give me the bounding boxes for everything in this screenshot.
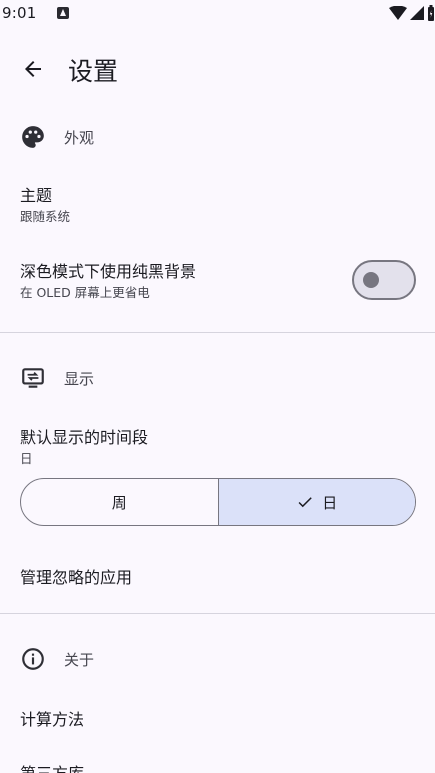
status-indicators bbox=[389, 5, 435, 21]
calculation-setting[interactable]: 计算方法 bbox=[0, 706, 435, 730]
calculation-title: 计算方法 bbox=[20, 710, 85, 729]
arrow-left-icon bbox=[25, 61, 41, 77]
battery-icon bbox=[428, 5, 434, 21]
segment-week-label: 周 bbox=[111, 493, 127, 512]
theme-title: 主题 bbox=[20, 186, 53, 205]
theme-value: 跟随系统 bbox=[20, 209, 71, 224]
status-time: 9:01 bbox=[2, 4, 37, 22]
info-icon bbox=[22, 648, 44, 670]
app-bar: 设置 bbox=[0, 40, 435, 98]
back-button[interactable] bbox=[16, 52, 50, 86]
status-bar: 9:01 bbox=[0, 0, 435, 28]
check-icon bbox=[298, 497, 312, 508]
section-header-display: 显示 bbox=[0, 357, 435, 397]
wifi-icon bbox=[389, 6, 407, 20]
default-period-title: 默认显示的时间段 bbox=[20, 428, 149, 447]
divider bbox=[0, 332, 435, 333]
pure-black-subtitle: 在 OLED 屏幕上更省电 bbox=[20, 285, 150, 300]
toggle-thumb bbox=[363, 272, 379, 288]
display-icon bbox=[22, 368, 44, 388]
third-party-setting[interactable]: 第三方库 bbox=[0, 760, 435, 773]
page-title: 设置 bbox=[68, 57, 119, 86]
default-period-setting: 默认显示的时间段 日 bbox=[0, 424, 435, 468]
section-title: 关于 bbox=[64, 651, 95, 669]
segment-week[interactable]: 周 bbox=[21, 479, 219, 525]
notification-icon bbox=[57, 7, 69, 19]
ignored-apps-title: 管理忽略的应用 bbox=[20, 568, 133, 587]
settings-screen: 9:01 设置 外观 主题 跟随系统 深色模式下使用纯黑背景 在 OLED 屏幕… bbox=[0, 0, 435, 773]
theme-setting[interactable]: 主题 跟随系统 bbox=[0, 182, 435, 226]
default-period-value: 日 bbox=[20, 451, 33, 466]
signal-icon bbox=[410, 6, 424, 20]
segment-day-label: 日 bbox=[322, 493, 338, 512]
pure-black-title: 深色模式下使用纯黑背景 bbox=[20, 262, 197, 281]
divider bbox=[0, 613, 435, 614]
third-party-title: 第三方库 bbox=[20, 760, 84, 773]
section-header-appearance: 外观 bbox=[0, 116, 435, 156]
segment-day[interactable]: 日 bbox=[218, 479, 415, 525]
pure-black-toggle[interactable] bbox=[352, 260, 416, 300]
section-title: 显示 bbox=[64, 370, 95, 388]
ignored-apps-setting[interactable]: 管理忽略的应用 bbox=[0, 564, 435, 588]
section-title: 外观 bbox=[64, 129, 95, 147]
period-segmented-button: 周 日 bbox=[20, 478, 416, 526]
palette-icon bbox=[22, 126, 44, 148]
section-header-about: 关于 bbox=[0, 638, 435, 678]
